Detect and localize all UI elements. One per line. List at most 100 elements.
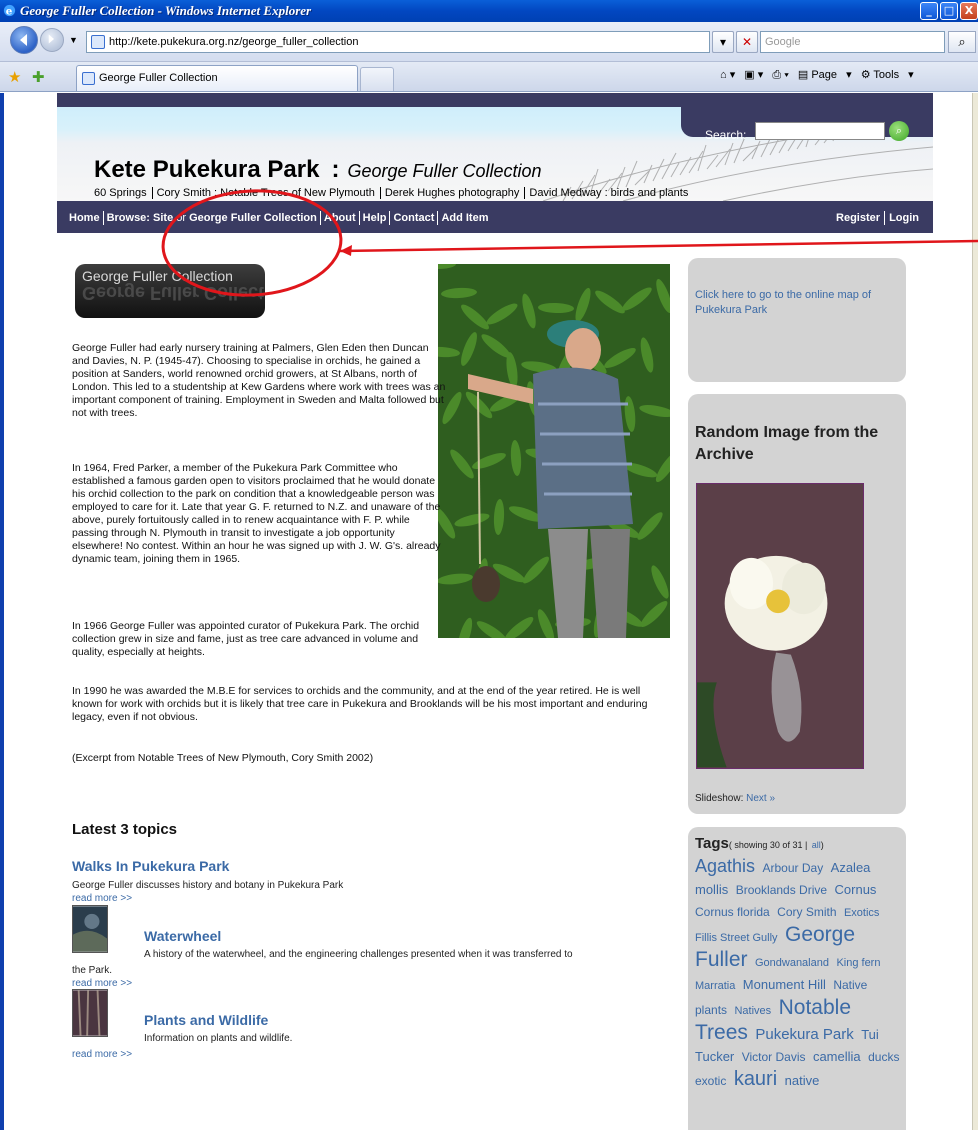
slideshow-label: Slideshow: [695, 793, 744, 804]
new-tab-button[interactable] [360, 67, 394, 91]
topic-desc-cont: the Park. [72, 965, 113, 976]
slideshow-next-link[interactable]: Next » [746, 793, 775, 804]
tag-link[interactable]: ducks [868, 1050, 899, 1064]
tag-cloud: Agathis Arbour Day Azalea mollis Brookla… [695, 855, 903, 1092]
topic-desc: Information on plants and wildlife. [144, 1033, 293, 1044]
tag-link[interactable]: Marratia [695, 980, 735, 992]
tag-link[interactable]: Fillis Street Gully [695, 932, 778, 944]
tag-link[interactable]: Cornus [835, 882, 877, 897]
address-field[interactable]: http://kete.pukekura.org.nz/george_fulle… [86, 31, 710, 53]
tag-link[interactable]: Brooklands Drive [736, 883, 827, 897]
nav-site[interactable]: Site [153, 212, 173, 224]
site-subtitle[interactable]: George Fuller Collection [347, 161, 541, 181]
read-more-link[interactable]: read more >> [72, 978, 132, 989]
maximize-button[interactable]: □ [940, 2, 958, 20]
ie-icon: e [3, 4, 16, 17]
random-image-heading: Random Image from the Archive [695, 424, 879, 463]
tag-link[interactable]: King fern [836, 957, 880, 969]
stop-icon[interactable]: ✕ [736, 31, 758, 53]
tag-link[interactable]: Gondwanaland [755, 957, 829, 969]
nav-right: Register Login [836, 211, 919, 225]
online-map-link[interactable]: Click here to go to the online map of Pu… [695, 288, 905, 318]
nav-login[interactable]: Login [889, 212, 919, 224]
site-search-input[interactable] [755, 122, 885, 140]
search-icon[interactable]: ⌕ [948, 31, 976, 53]
dropdown-button[interactable]: ▾ [712, 31, 734, 53]
search-field[interactable]: Google [760, 31, 945, 53]
tab-row: ★ ✚ George Fuller Collection ⌂ ▾ ▣ ▾ ⎙ ▾… [0, 62, 978, 92]
tools-menu[interactable]: ⚙ Tools ▾ [861, 69, 914, 81]
page-viewport: Search: ⌕ Kete Pukekura Park: George Full… [0, 93, 978, 1130]
topic-title-plants[interactable]: Plants and Wildlife [144, 1012, 268, 1028]
history-dropdown-icon[interactable]: ▼ [69, 35, 78, 45]
basket-link[interactable]: Derek Hughes photography [379, 187, 525, 199]
tags-box: Tags( showing 30 of 31 | all) Agathis Ar… [688, 827, 906, 1130]
tag-link[interactable]: camellia [813, 1049, 861, 1064]
tag-link[interactable]: Natives [734, 1005, 771, 1017]
topic-title-walks[interactable]: Walks In Pukekura Park [72, 858, 229, 874]
waterwheel-thumbnail[interactable] [72, 905, 108, 953]
tag-link[interactable]: kauri [734, 1068, 777, 1090]
nav-contact[interactable]: Contact [393, 212, 434, 224]
forward-arrow-icon [48, 34, 54, 44]
tag-link[interactable]: Agathis [695, 856, 755, 876]
close-button[interactable]: X [960, 2, 978, 20]
site-search-go-icon[interactable]: ⌕ [889, 121, 909, 141]
tag-link[interactable]: exotic [695, 1074, 726, 1088]
address-row: ▼ http://kete.pukekura.org.nz/george_ful… [0, 22, 978, 62]
tag-link[interactable]: Victor Davis [742, 1050, 806, 1064]
tools-menu-label: Tools [873, 69, 900, 81]
nav-about[interactable]: About [324, 212, 356, 224]
feeds-icon[interactable]: ▣ ▾ [744, 69, 763, 81]
tag-link[interactable]: Cornus florida [695, 905, 770, 919]
basket-link[interactable]: David Medway : birds and plants [524, 187, 694, 199]
paragraph-2: In 1964, Fred Parker, a member of the Pu… [72, 462, 441, 565]
add-favorites-icon[interactable]: ✚ [32, 68, 45, 86]
plants-thumbnail[interactable] [72, 989, 108, 1037]
topic-desc: A history of the waterwheel, and the eng… [144, 949, 573, 960]
title-bar: e George Fuller Collection - Windows Int… [0, 0, 978, 22]
random-archive-image[interactable] [696, 483, 864, 769]
minimize-button[interactable]: _ [920, 2, 938, 20]
tag-link[interactable]: Monument Hill [743, 977, 826, 992]
map-box: Click here to go to the online map of Pu… [688, 258, 906, 382]
print-icon[interactable]: ⎙ ▾ [772, 69, 788, 81]
basket-link[interactable]: Cory Smith : Notable Trees of New Plymou… [151, 187, 380, 199]
tag-link[interactable]: native [785, 1073, 820, 1088]
site-title: Kete Pukekura Park: George Fuller Collect… [94, 156, 542, 184]
tab-george-fuller[interactable]: George Fuller Collection [76, 65, 358, 91]
topic-title-waterwheel[interactable]: Waterwheel [144, 928, 221, 944]
home-icon[interactable]: ⌂ ▾ [720, 69, 735, 81]
forward-button[interactable] [40, 28, 64, 52]
tags-all-link[interactable]: all [812, 840, 821, 850]
site-title-main[interactable]: Kete Pukekura Park [94, 156, 319, 183]
tags-heading: Tags( showing 30 of 31 | all) [695, 835, 824, 853]
favorites-star-icon[interactable]: ★ [8, 68, 21, 86]
basket-link[interactable]: 60 Springs [94, 187, 152, 199]
nav-register[interactable]: Register [836, 212, 880, 224]
tag-link[interactable]: Pukekura Park [755, 1026, 853, 1043]
tag-link[interactable]: Cory Smith [777, 905, 836, 919]
basket-links: 60 Springs Cory Smith : Notable Trees of … [94, 187, 694, 199]
nav-left: Home Browse: Site or George Fuller Collec… [69, 211, 489, 225]
nav-collection[interactable]: George Fuller Collection [189, 212, 317, 224]
paragraph-4: In 1990 he was awarded the M.B.E for ser… [72, 685, 648, 723]
page-menu-label: Page [811, 69, 838, 81]
top-band [57, 93, 933, 107]
tag-link[interactable]: Exotics [844, 907, 879, 919]
search-label: Search: [705, 128, 747, 142]
tags-count-end: ) [820, 840, 824, 850]
page-menu[interactable]: ▤ Page ▾ [798, 69, 852, 81]
nav-help[interactable]: Help [363, 212, 387, 224]
nav-home[interactable]: Home [69, 212, 100, 224]
browser-window: e George Fuller Collection - Windows Int… [0, 0, 978, 1130]
read-more-link[interactable]: read more >> [72, 1049, 132, 1060]
nav-or: or [176, 211, 187, 224]
tag-link[interactable]: Arbour Day [763, 861, 824, 875]
window-title: George Fuller Collection - Windows Inter… [20, 3, 312, 18]
back-button[interactable] [10, 26, 38, 54]
read-more-link[interactable]: read more >> [72, 893, 132, 904]
nav-add-item[interactable]: Add Item [441, 212, 488, 224]
command-bar: ⌂ ▾ ▣ ▾ ⎙ ▾ ▤ Page ▾ ⚙ Tools ▾ [720, 68, 920, 82]
scrollbar[interactable] [972, 93, 978, 1130]
